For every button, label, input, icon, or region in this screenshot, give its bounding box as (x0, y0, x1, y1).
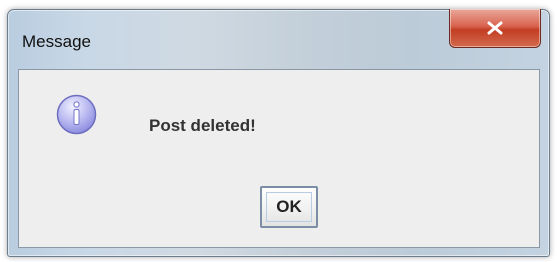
message-dialog-window: Message Post deleted! OK (7, 9, 550, 257)
title-bar[interactable]: Message (8, 9, 549, 51)
window-title: Message (22, 32, 91, 51)
ok-button-label: OK (276, 197, 302, 216)
dialog-content: Post deleted! OK (18, 69, 540, 248)
ok-button[interactable]: OK (260, 186, 318, 228)
close-x-icon (487, 21, 503, 35)
dialog-message: Post deleted! (149, 116, 256, 135)
close-button[interactable] (449, 9, 541, 48)
information-icon (56, 94, 97, 135)
